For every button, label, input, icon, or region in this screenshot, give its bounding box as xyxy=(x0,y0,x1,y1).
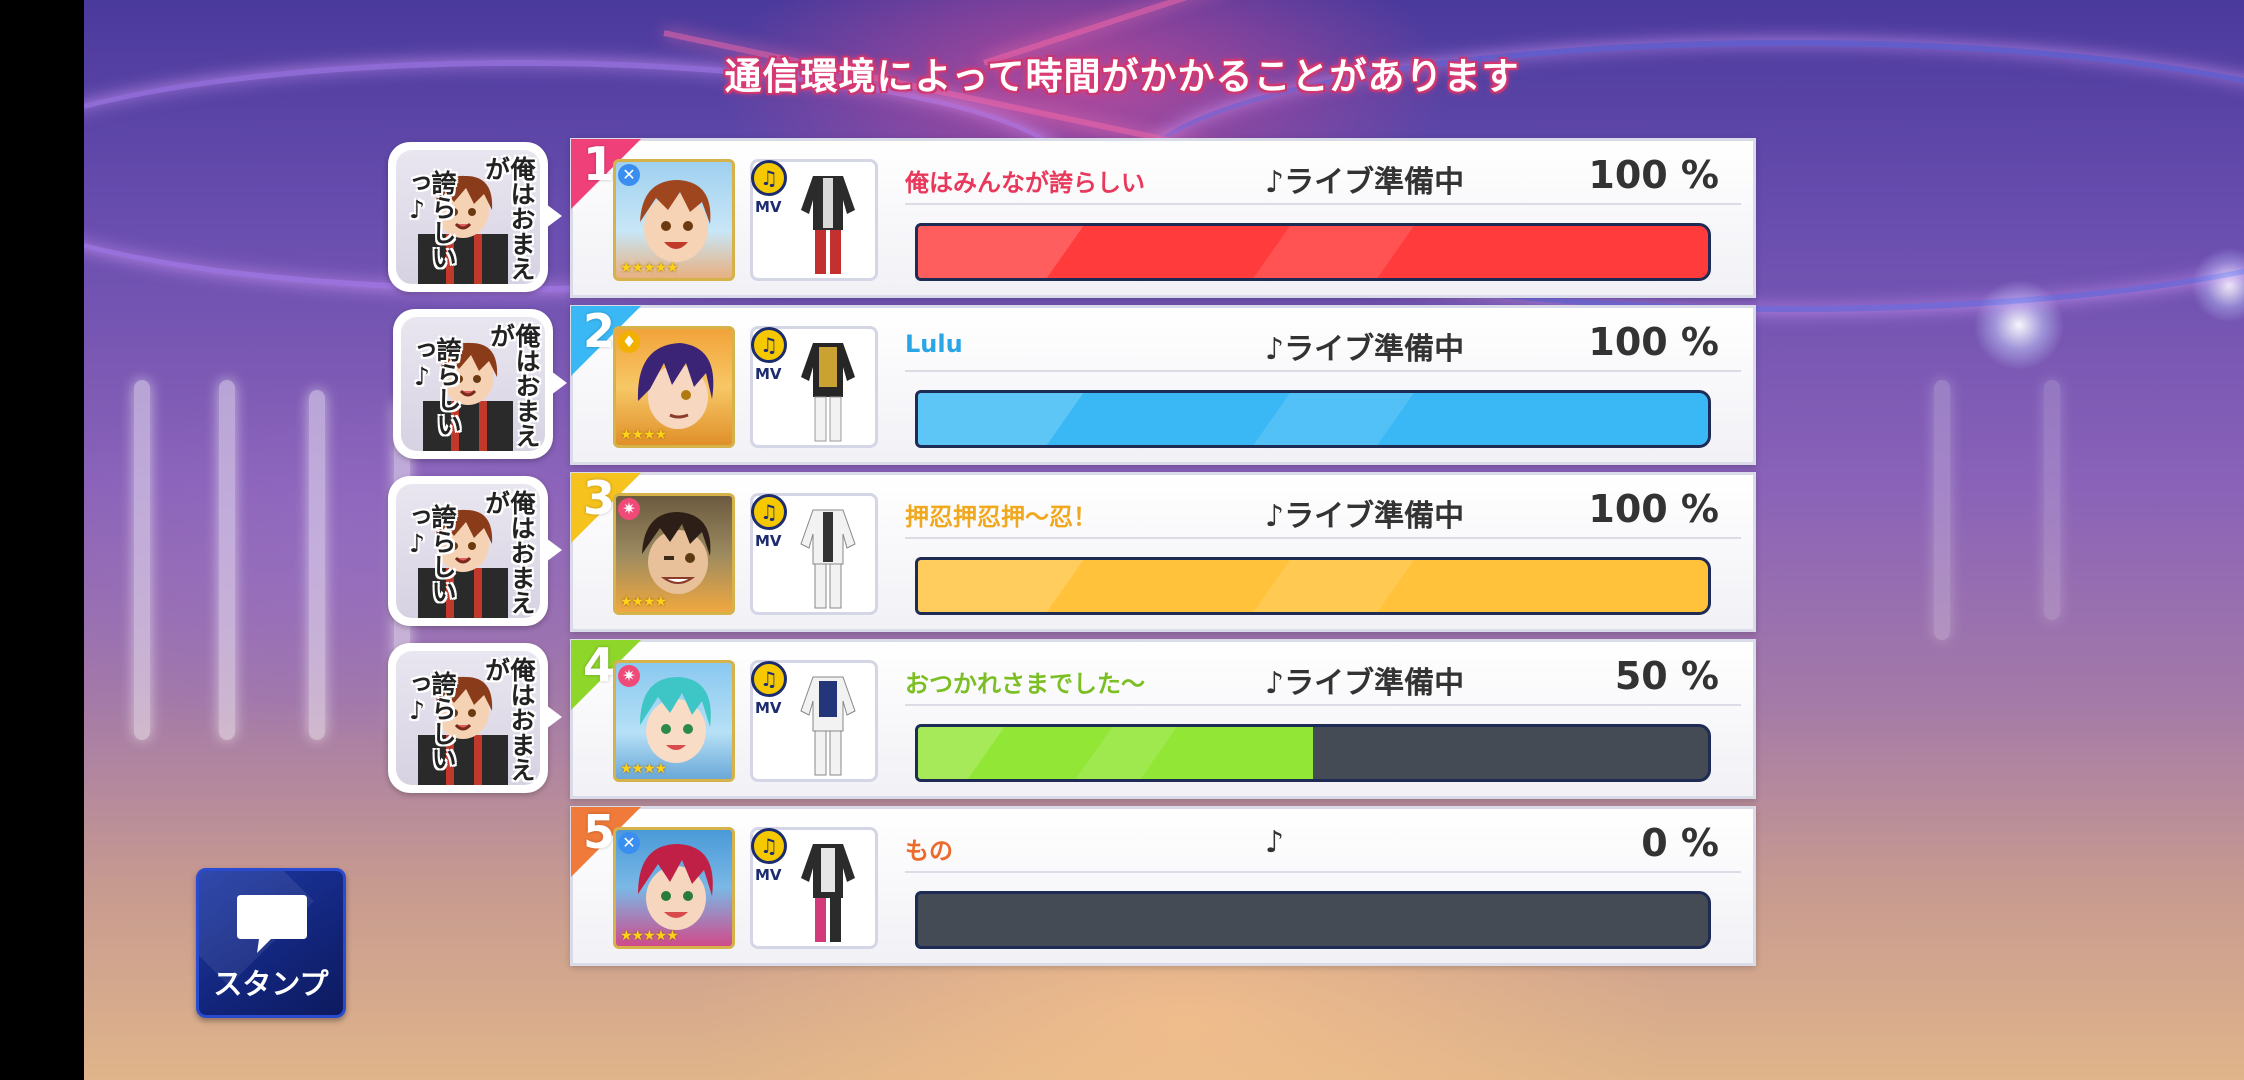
progress-bar xyxy=(915,724,1711,782)
stamp-button[interactable]: スタンプ xyxy=(196,868,346,1018)
outfit-icon xyxy=(801,844,855,942)
player-row-5: 5 ✕ ★★★★★ ♫ MV もの ♪ 0 % xyxy=(570,806,1756,966)
row-divider xyxy=(905,537,1741,539)
mv-outfit-slot[interactable]: ♫ MV xyxy=(750,493,878,615)
progress-percent: 50 % xyxy=(1614,654,1719,698)
stamp-text-line2: 誇らしいっ♪ xyxy=(402,671,458,771)
stamp-button-label: スタンプ xyxy=(213,967,329,1001)
mv-label: MV xyxy=(755,866,782,884)
player-row-1: 1 ✕ ★★★★★ ♫ MV 俺はみんなが誇らしい ♪ライブ準備中 100 % xyxy=(570,138,1756,298)
outfit-icon xyxy=(801,176,855,274)
progress-bar-fill xyxy=(918,727,1313,779)
player-stamp-bubble: 俺はおまえが 誇らしいっ♪ xyxy=(393,309,567,459)
live-status: ♪ライブ準備中 xyxy=(1265,499,1465,534)
player-row-2: 2 ♦ ★★★★ ♫ MV Lulu ♪ライブ準備中 100 % xyxy=(570,305,1756,465)
loading-notice: 通信環境によって時間がかかることがあります xyxy=(724,55,1520,98)
progress-percent: 100 % xyxy=(1588,487,1719,531)
music-note-icon: ♫ xyxy=(751,828,787,864)
stamp-text-line1: 俺はおまえが xyxy=(481,490,537,615)
card-portrait[interactable]: ✷ ★★★★ xyxy=(613,660,735,782)
live-status: ♪ xyxy=(1265,825,1285,860)
player-name: 押忍押忍押〜忍！ xyxy=(905,503,1097,531)
outfit-icon xyxy=(800,676,856,776)
rank-number: 3 xyxy=(583,473,616,525)
live-status: ♪ライブ準備中 xyxy=(1265,332,1465,367)
player-row-3: 3 ✷ ★★★★ ♫ MV 押忍押忍押〜忍！ ♪ライブ準備中 100 % xyxy=(570,472,1756,632)
mv-label: MV xyxy=(755,198,782,216)
rank-number: 1 xyxy=(583,139,616,191)
rarity-stars: ★★★★ xyxy=(620,761,667,777)
progress-bar-fill xyxy=(918,226,1708,278)
player-name: もの xyxy=(905,837,953,865)
mv-label: MV xyxy=(755,699,782,717)
player-name: 俺はみんなが誇らしい xyxy=(905,169,1145,197)
attribute-icon: ✷ xyxy=(618,498,640,520)
progress-bar xyxy=(915,390,1711,448)
outfit-icon xyxy=(800,509,856,609)
music-note-icon: ♫ xyxy=(751,661,787,697)
chat-bubble-icon xyxy=(237,895,307,953)
player-row-4: 4 ✷ ★★★★ ♫ MV おつかれさまでした〜 ♪ライブ準備中 50 % xyxy=(570,639,1756,799)
mv-outfit-slot[interactable]: ♫ MV xyxy=(750,326,878,448)
stamp-text-line2: 誇らしいっ♪ xyxy=(402,504,458,604)
card-portrait[interactable]: ✷ ★★★★ xyxy=(613,493,735,615)
outfit-icon xyxy=(801,343,855,442)
stamp-text-line2: 誇らしいっ♪ xyxy=(407,337,463,437)
mv-outfit-slot[interactable]: ♫ MV xyxy=(750,827,878,949)
stamp-text-line1: 俺はおまえが xyxy=(481,156,537,281)
progress-percent: 0 % xyxy=(1641,821,1719,865)
card-portrait[interactable]: ✕ ★★★★★ xyxy=(613,159,735,281)
progress-bar xyxy=(915,223,1711,281)
live-status: ♪ライブ準備中 xyxy=(1265,666,1465,701)
rarity-stars: ★★★★★ xyxy=(620,260,679,276)
attribute-icon: ✕ xyxy=(618,832,640,854)
mv-outfit-slot[interactable]: ♫ MV xyxy=(750,159,878,281)
player-name: おつかれさまでした〜 xyxy=(905,670,1145,698)
progress-bar-fill xyxy=(918,393,1708,445)
card-portrait[interactable]: ♦ ★★★★ xyxy=(613,326,735,448)
progress-bar xyxy=(915,891,1711,949)
music-note-icon: ♫ xyxy=(751,494,787,530)
player-stamp-bubble: 俺はおまえが 誇らしいっ♪ xyxy=(388,476,562,626)
player-stamp-bubble: 俺はおまえが 誇らしいっ♪ xyxy=(388,142,562,292)
rarity-stars: ★★★★ xyxy=(620,427,667,443)
live-status: ♪ライブ準備中 xyxy=(1265,165,1465,200)
card-portrait[interactable]: ✕ ★★★★★ xyxy=(613,827,735,949)
attribute-icon: ✷ xyxy=(618,665,640,687)
stamp-text-line2: 誇らしいっ♪ xyxy=(402,170,458,270)
mv-label: MV xyxy=(755,365,782,383)
progress-percent: 100 % xyxy=(1588,153,1719,197)
rarity-stars: ★★★★★ xyxy=(620,928,679,944)
row-divider xyxy=(905,203,1741,205)
left-letterbox xyxy=(0,0,84,1080)
progress-percent: 100 % xyxy=(1588,320,1719,364)
player-stamp-bubble: 俺はおまえが 誇らしいっ♪ xyxy=(388,643,562,793)
row-divider xyxy=(905,704,1741,706)
row-divider xyxy=(905,370,1741,372)
attribute-icon: ♦ xyxy=(618,331,640,353)
music-note-icon: ♫ xyxy=(751,327,787,363)
rank-number: 5 xyxy=(583,807,616,859)
progress-bar-fill xyxy=(918,560,1708,612)
rarity-stars: ★★★★ xyxy=(620,594,667,610)
progress-bar xyxy=(915,557,1711,615)
row-divider xyxy=(905,871,1741,873)
rank-number: 4 xyxy=(583,640,616,692)
mv-label: MV xyxy=(755,532,782,550)
mv-outfit-slot[interactable]: ♫ MV xyxy=(750,660,878,782)
player-name: Lulu xyxy=(905,330,963,358)
stamp-text-line1: 俺はおまえが xyxy=(481,657,537,782)
rank-number: 2 xyxy=(583,306,616,358)
stamp-text-line1: 俺はおまえが xyxy=(486,323,542,448)
music-note-icon: ♫ xyxy=(751,160,787,196)
attribute-icon: ✕ xyxy=(618,164,640,186)
